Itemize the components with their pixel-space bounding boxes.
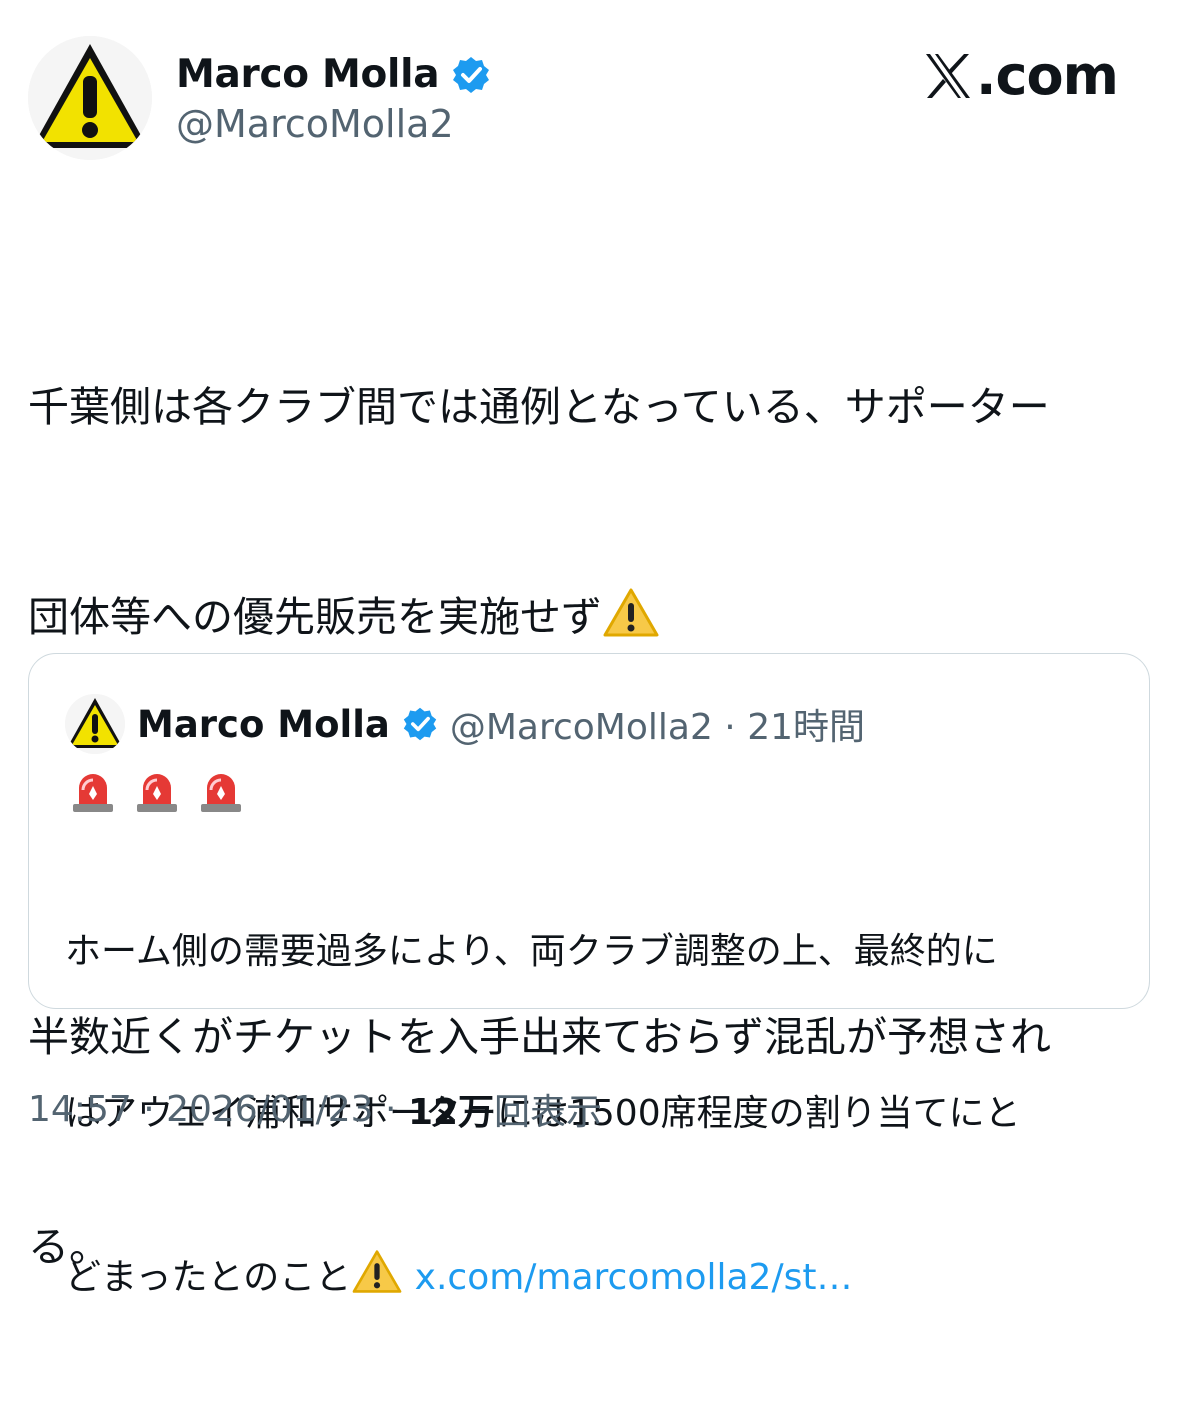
tweet-line-with-emoji: 団体等への優先販売を実施せず bbox=[28, 582, 1158, 652]
warning-sign-icon bbox=[65, 694, 125, 754]
x-logo-text: .com bbox=[976, 44, 1119, 107]
quoted-author-name[interactable]: Marco Molla bbox=[137, 703, 390, 746]
quoted-tweet-card[interactable]: Marco Molla @MarcoMolla2 · 21時間 ホーム側の需要過… bbox=[28, 653, 1150, 1298]
separator-dot: · bbox=[373, 1088, 408, 1130]
warning-emoji-icon bbox=[351, 1249, 403, 1295]
quoted-tweet-link[interactable]: x.com/marcomolla2/st… bbox=[415, 1257, 853, 1298]
verified-badge-icon bbox=[451, 55, 491, 95]
tweet-line: 千葉側は各クラブ間では通例となっている、サポーター bbox=[28, 383, 1050, 431]
author-handle[interactable]: @MarcoMolla2 bbox=[176, 102, 454, 146]
quoted-tweet-header: Marco Molla @MarcoMolla2 · 21時間 bbox=[65, 694, 865, 754]
views-count[interactable]: 12万 bbox=[408, 1083, 494, 1135]
police-light-icon bbox=[69, 766, 117, 814]
police-light-icon bbox=[197, 766, 245, 814]
quoted-line: どまったとのこと bbox=[65, 1257, 352, 1298]
verified-badge-icon bbox=[402, 706, 438, 742]
quoted-author-avatar[interactable] bbox=[65, 694, 125, 754]
separator-dot: · bbox=[131, 1088, 167, 1130]
quoted-line: ホーム側の需要過多により、両クラブ調整の上、最終的に bbox=[65, 931, 998, 972]
author-name-row[interactable]: Marco Molla bbox=[176, 52, 491, 97]
author-name[interactable]: Marco Molla bbox=[176, 52, 440, 97]
warning-emoji-icon bbox=[602, 587, 660, 639]
warning-sign-icon bbox=[28, 36, 152, 160]
author-avatar[interactable] bbox=[28, 36, 152, 160]
x-com-logo: .com bbox=[922, 44, 1119, 107]
tweet-meta: 14:57 · 2026/01/23 · 12万 回表示 bbox=[28, 1083, 602, 1135]
police-light-icon bbox=[133, 766, 181, 814]
tweet-date[interactable]: 2026/01/23 bbox=[166, 1089, 374, 1130]
quoted-author-handle[interactable]: @MarcoMolla2 bbox=[450, 707, 713, 748]
siren-emoji-row bbox=[69, 766, 245, 814]
views-label: 回表示 bbox=[494, 1092, 603, 1133]
tweet-time[interactable]: 14:57 bbox=[28, 1089, 132, 1130]
quoted-tweet-time[interactable]: 21時間 bbox=[747, 707, 865, 748]
tweet-line: 団体等への優先販売を実施せず bbox=[28, 593, 602, 641]
separator-dot: · bbox=[712, 707, 748, 748]
x-logo-icon bbox=[922, 50, 974, 102]
quoted-line-with-link: どまったとのこと x.com/marcomolla2/st… bbox=[65, 1249, 1125, 1305]
